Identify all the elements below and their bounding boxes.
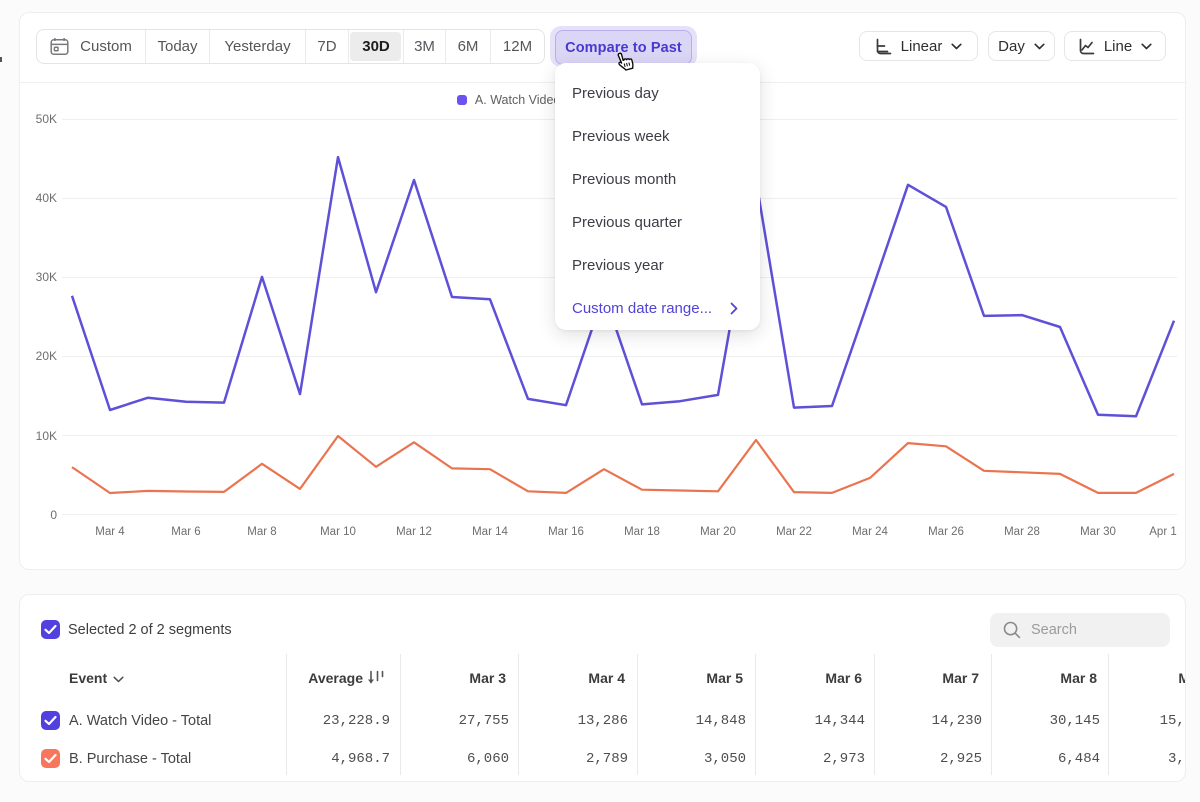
svg-text:Mar 6: Mar 6 bbox=[171, 526, 200, 538]
svg-text:10K: 10K bbox=[36, 429, 57, 443]
svg-text:Apr 1: Apr 1 bbox=[1149, 526, 1177, 538]
svg-text:50K: 50K bbox=[36, 112, 57, 126]
svg-text:Mar 24: Mar 24 bbox=[852, 526, 888, 538]
svg-text:Mar 4: Mar 4 bbox=[95, 526, 125, 538]
svg-text:Mar 22: Mar 22 bbox=[776, 526, 812, 538]
svg-text:40K: 40K bbox=[36, 191, 57, 205]
svg-text:Mar 12: Mar 12 bbox=[396, 526, 432, 538]
svg-text:Mar 18: Mar 18 bbox=[624, 526, 660, 538]
svg-text:Mar 30: Mar 30 bbox=[1080, 526, 1116, 538]
svg-text:Mar 16: Mar 16 bbox=[548, 526, 584, 538]
svg-text:20K: 20K bbox=[36, 349, 57, 363]
svg-text:0: 0 bbox=[50, 508, 57, 522]
svg-text:Mar 20: Mar 20 bbox=[700, 526, 736, 538]
svg-text:Mar 14: Mar 14 bbox=[472, 526, 508, 538]
svg-text:Mar 28: Mar 28 bbox=[1004, 526, 1040, 538]
svg-text:Mar 26: Mar 26 bbox=[928, 526, 964, 538]
svg-text:Mar 10: Mar 10 bbox=[320, 526, 356, 538]
svg-text:Mar 8: Mar 8 bbox=[247, 526, 276, 538]
svg-text:30K: 30K bbox=[36, 270, 57, 284]
